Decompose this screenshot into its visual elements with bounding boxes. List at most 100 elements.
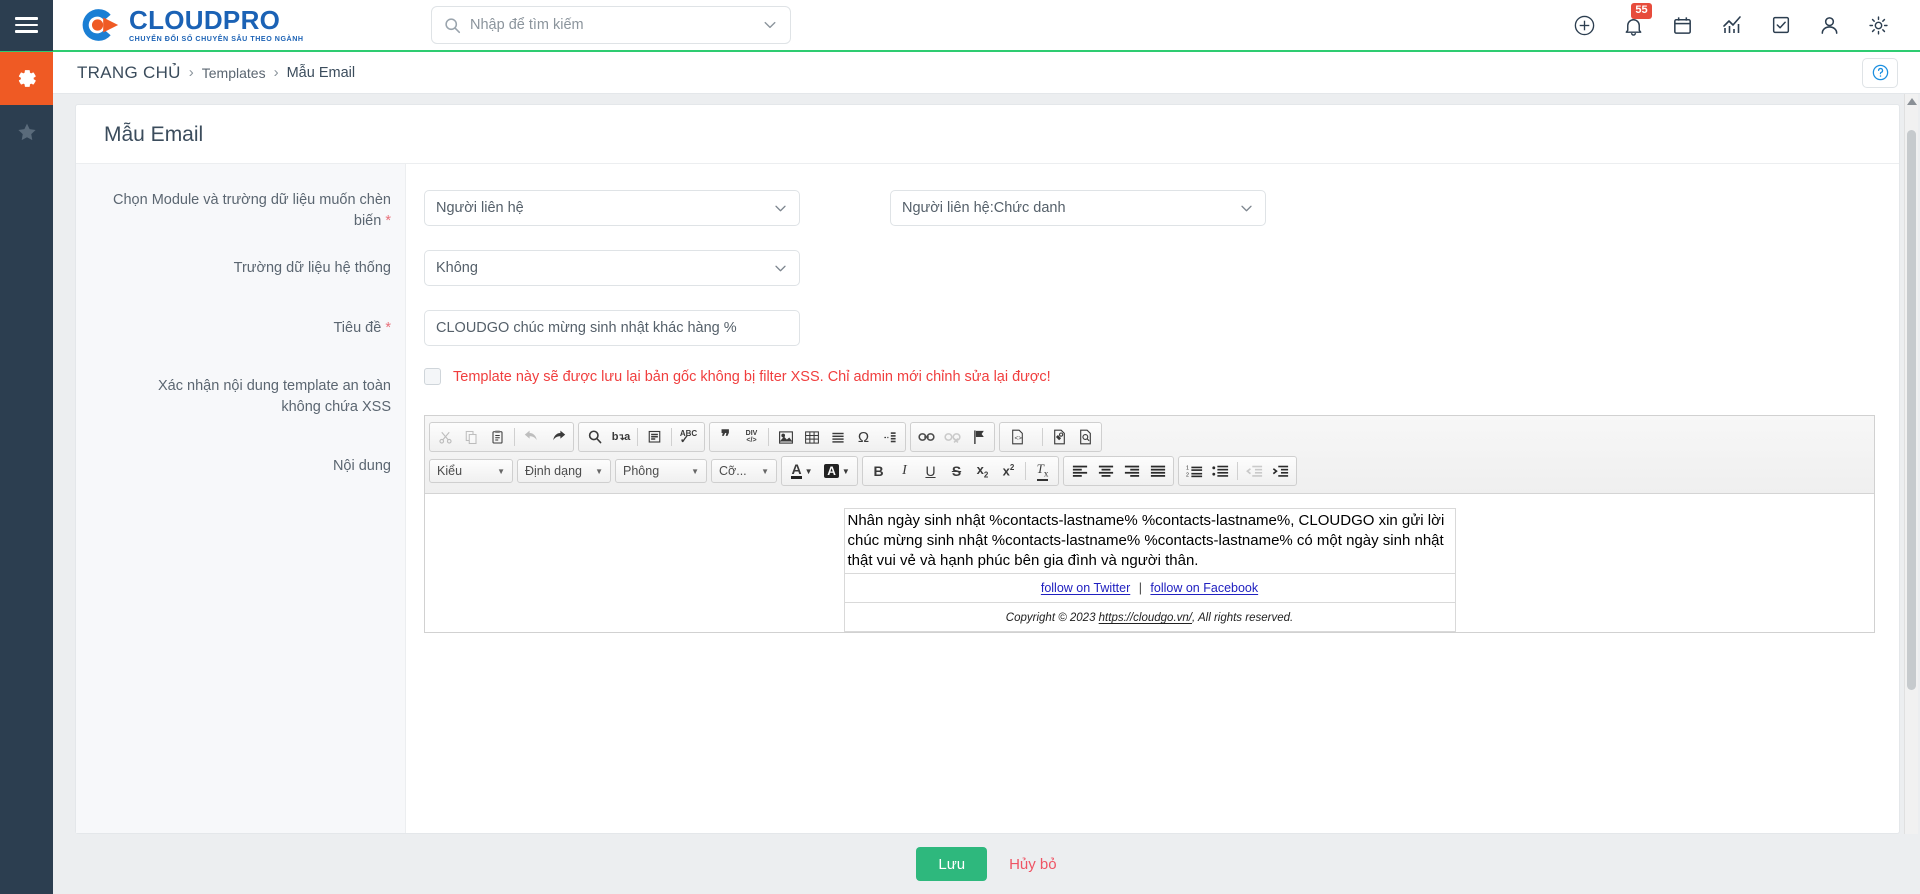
email-social-row: follow on Twitter | follow on Facebook xyxy=(844,573,1455,602)
cut-icon[interactable] xyxy=(433,425,458,449)
system-field-select[interactable]: Không xyxy=(424,250,800,286)
select-all-icon[interactable] xyxy=(642,425,667,449)
scroll-up-arrow[interactable] xyxy=(1905,98,1918,106)
numbered-list-icon[interactable]: 12 xyxy=(1182,459,1207,483)
special-char-icon[interactable]: Ω xyxy=(851,425,876,449)
twitter-link[interactable]: follow on Twitter xyxy=(1041,581,1130,595)
background-color-icon[interactable]: A ▼ xyxy=(820,459,854,483)
label-subject: Tiêu đề * xyxy=(333,320,391,336)
styles-combo[interactable]: Kiểu ▼ xyxy=(429,459,513,483)
font-combo-label: Phông xyxy=(623,464,660,478)
text-color-icon[interactable]: A ▼ xyxy=(785,459,819,483)
task-check-icon[interactable] xyxy=(1770,14,1792,36)
format-combo[interactable]: Định dạng ▼ xyxy=(517,459,611,483)
breadcrumb-current: Mẫu Email xyxy=(286,64,356,81)
xss-confirm-checkbox[interactable] xyxy=(424,368,441,385)
facebook-link[interactable]: follow on Facebook xyxy=(1150,581,1258,595)
search-input[interactable] xyxy=(470,17,762,33)
subscript-icon[interactable]: x2 xyxy=(970,459,995,483)
subject-input[interactable]: CLOUDGO chúc mừng sinh nhật khác hàng % xyxy=(424,310,800,346)
analytics-icon[interactable] xyxy=(1720,13,1744,37)
scrollbar-thumb[interactable] xyxy=(1907,130,1916,690)
breadcrumb-templates[interactable]: Templates xyxy=(202,65,266,81)
toolbar-separator xyxy=(1237,462,1238,480)
copy-icon[interactable] xyxy=(459,425,484,449)
favorites-star-icon xyxy=(17,123,36,140)
question-mark-icon xyxy=(1872,64,1888,81)
help-button[interactable] xyxy=(1862,57,1898,88)
cloudgo-link[interactable]: https://cloudgo.vn/ xyxy=(1099,612,1192,624)
page-break-icon[interactable] xyxy=(877,425,902,449)
source-html-button[interactable]: <> xyxy=(1003,425,1038,449)
toolbar-separator xyxy=(1042,428,1043,446)
search-box[interactable] xyxy=(431,6,791,44)
bell-icon[interactable]: 55 xyxy=(1622,2,1652,37)
align-justify-icon[interactable] xyxy=(1145,459,1170,483)
outdent-icon[interactable] xyxy=(1242,459,1267,483)
paste-icon[interactable] xyxy=(485,425,510,449)
image-icon[interactable] xyxy=(773,425,798,449)
underline-icon[interactable]: U xyxy=(918,459,943,483)
spellcheck-icon[interactable]: ABC ✓ xyxy=(676,425,701,449)
link-group xyxy=(910,422,995,452)
add-circle-icon[interactable] xyxy=(1573,14,1596,37)
fontsize-combo[interactable]: Cỡ... ▼ xyxy=(711,459,777,483)
email-paragraph: Nhân ngày sinh nhật %contacts-lastname% … xyxy=(847,512,1445,569)
bold-icon[interactable]: B xyxy=(866,459,891,483)
breadcrumb-separator-1: › xyxy=(188,64,194,81)
anchor-flag-icon[interactable] xyxy=(966,425,991,449)
calendar-icon[interactable] xyxy=(1671,14,1694,37)
social-divider: | xyxy=(1138,581,1142,595)
replace-icon[interactable]: b↴a xyxy=(608,425,633,449)
remove-format-icon[interactable]: Tx xyxy=(1030,459,1055,483)
preview-icon[interactable] xyxy=(1073,425,1098,449)
templates-icon[interactable] xyxy=(1047,425,1072,449)
chevron-down-icon xyxy=(773,261,788,276)
table-icon[interactable] xyxy=(799,425,824,449)
sidebar-item-settings[interactable] xyxy=(0,52,53,105)
editor-toolbar: b↴a ABC ✓ ❞ DIV </> Ω <> Kiểu ▼ Định dạn… xyxy=(425,416,1874,494)
sidebar-item-favorites[interactable] xyxy=(0,105,53,158)
align-left-icon[interactable] xyxy=(1067,459,1092,483)
system-field-select-value: Không xyxy=(436,260,478,276)
font-combo[interactable]: Phông ▼ xyxy=(615,459,707,483)
blockquote-icon[interactable]: ❞ xyxy=(713,425,738,449)
italic-icon[interactable]: I xyxy=(892,459,917,483)
horizontal-rule-icon[interactable] xyxy=(825,425,850,449)
unlink-icon[interactable] xyxy=(940,425,965,449)
toolbar-separator xyxy=(671,428,672,446)
svg-text:1: 1 xyxy=(1186,466,1189,472)
label-content: Nội dung xyxy=(332,458,391,474)
bulleted-list-icon[interactable] xyxy=(1208,459,1233,483)
user-icon[interactable] xyxy=(1818,14,1841,37)
superscript-icon[interactable]: x2 xyxy=(996,459,1021,483)
toolbar-separator xyxy=(637,428,638,446)
align-right-icon[interactable] xyxy=(1119,459,1144,483)
search-icon xyxy=(444,17,461,34)
save-button[interactable]: Lưu xyxy=(916,847,988,881)
top-bar: CLOUDPRO CHUYỂN ĐỔI SỐ CHUYÊN SÂU THEO N… xyxy=(0,0,1920,52)
main-column: TRANG CHỦ › Templates › Mẫu Email Mẫu Em… xyxy=(53,52,1920,894)
list-group: 12 xyxy=(1178,456,1297,486)
create-div-icon[interactable]: DIV </> xyxy=(739,425,764,449)
indent-icon[interactable] xyxy=(1268,459,1293,483)
find-icon[interactable] xyxy=(582,425,607,449)
undo-icon[interactable] xyxy=(519,425,544,449)
cancel-button[interactable]: Hủy bỏ xyxy=(1009,856,1057,873)
module-select[interactable]: Người liên hệ xyxy=(424,190,800,226)
menu-toggle-button[interactable] xyxy=(0,0,53,51)
search-dropdown-icon[interactable] xyxy=(762,17,778,33)
strikethrough-icon[interactable]: S xyxy=(944,459,969,483)
breadcrumb-home[interactable]: TRANG CHỦ xyxy=(77,63,181,83)
basic-styles-group: B I U S x2 x2 Tx xyxy=(862,456,1059,486)
body-row: TRANG CHỦ › Templates › Mẫu Email Mẫu Em… xyxy=(0,52,1920,894)
app-logo[interactable]: CLOUDPRO CHUYỂN ĐỔI SỐ CHUYÊN SÂU THEO N… xyxy=(53,6,363,44)
redo-icon[interactable] xyxy=(545,425,570,449)
logo-wordmark: CLOUDPRO xyxy=(129,4,281,35)
vertical-scrollbar[interactable] xyxy=(1904,94,1918,834)
settings-gear-icon[interactable] xyxy=(1867,14,1890,37)
editor-content-area[interactable]: Nhân ngày sinh nhật %contacts-lastname% … xyxy=(425,494,1874,632)
datafield-select[interactable]: Người liên hệ:Chức danh xyxy=(890,190,1266,226)
align-center-icon[interactable] xyxy=(1093,459,1118,483)
link-icon[interactable] xyxy=(914,425,939,449)
